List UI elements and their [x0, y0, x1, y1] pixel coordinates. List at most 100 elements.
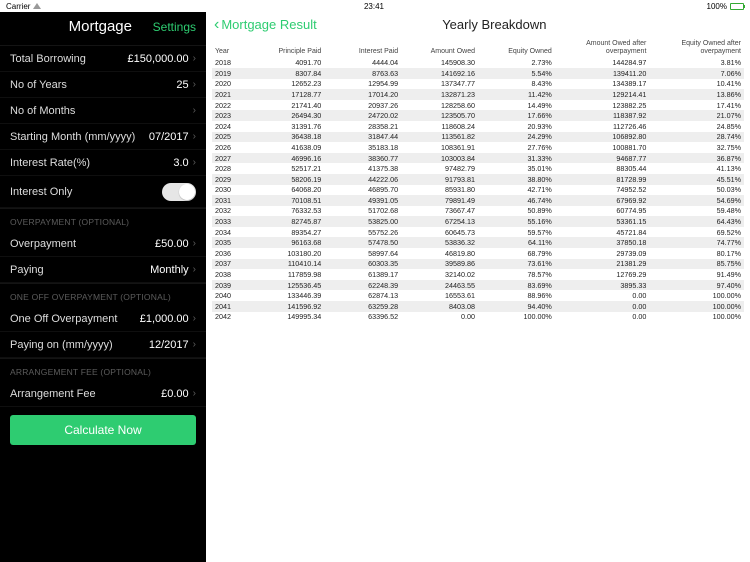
- table-cell: 97482.79: [401, 163, 478, 174]
- table-cell: 28.74%: [649, 132, 744, 143]
- table-cell: 58206.19: [247, 174, 324, 185]
- table-cell: 13.86%: [649, 89, 744, 100]
- table-cell: 46819.80: [401, 248, 478, 259]
- table-cell: 59.57%: [478, 227, 555, 238]
- value-paying-on: 12/2017: [149, 339, 189, 351]
- table-cell: 2032: [212, 206, 247, 217]
- table-row: 203489354.2755752.2660645.7359.57%45721.…: [212, 227, 744, 238]
- row-paying[interactable]: Paying Monthly ›: [0, 257, 206, 283]
- row-oneoff-overpayment[interactable]: One Off Overpayment £1,000.00 ›: [0, 306, 206, 332]
- table-cell: 44222.06: [324, 174, 401, 185]
- section-oneoff: ONE OFF OVERPAYMENT (OPTIONAL) One Off O…: [0, 283, 206, 358]
- table-cell: 63396.52: [324, 312, 401, 323]
- table-cell: 3895.33: [555, 280, 650, 291]
- table-cell: 24.29%: [478, 132, 555, 143]
- table-row: 2036103180.2058997.6446819.8068.79%29739…: [212, 248, 744, 259]
- section-overpayment: OVERPAYMENT (OPTIONAL) Overpayment £50.0…: [0, 208, 206, 283]
- chevron-right-icon: ›: [193, 53, 196, 64]
- row-interest-only[interactable]: Interest Only: [0, 176, 206, 208]
- table-cell: 139411.20: [555, 68, 650, 79]
- row-arrangement-fee[interactable]: Arrangement Fee £0.00 ›: [0, 381, 206, 407]
- table-cell: 100.00%: [478, 312, 555, 323]
- table-cell: 24720.02: [324, 110, 401, 121]
- table-cell: 62248.39: [324, 280, 401, 291]
- table-cell: 85931.80: [401, 185, 478, 196]
- chevron-right-icon: ›: [193, 131, 196, 142]
- label-no-of-months: No of Months: [10, 105, 189, 117]
- table-row: 2042149995.3463396.520.00100.00%0.00100.…: [212, 312, 744, 323]
- settings-button[interactable]: Settings: [153, 20, 196, 34]
- chevron-right-icon: ›: [193, 264, 196, 275]
- table-cell: 100.00%: [649, 301, 744, 312]
- table-cell: 2028: [212, 163, 247, 174]
- sidebar-header: Mortgage Settings: [0, 12, 206, 45]
- table-row: 20198307.848763.63141692.165.54%139411.2…: [212, 68, 744, 79]
- sidebar-title: Mortgage: [48, 18, 153, 35]
- label-interest-rate: Interest Rate(%): [10, 157, 173, 169]
- table-row: 202746996.1638360.77103003.8431.33%94687…: [212, 153, 744, 164]
- chevron-right-icon: ›: [193, 313, 196, 324]
- chevron-right-icon: ›: [193, 388, 196, 399]
- table-cell: 46996.16: [247, 153, 324, 164]
- table-cell: 55.16%: [478, 216, 555, 227]
- table-cell: 69.52%: [649, 227, 744, 238]
- interest-only-toggle[interactable]: [162, 183, 196, 201]
- table-cell: 79891.49: [401, 195, 478, 206]
- sidebar: Mortgage Settings Total Borrowing £150,0…: [0, 12, 206, 562]
- table-cell: 134389.17: [555, 79, 650, 90]
- calculate-now-button[interactable]: Calculate Now: [10, 415, 196, 445]
- table-cell: 2040: [212, 290, 247, 301]
- table-row: 202012652.2312954.99137347.778.43%134389…: [212, 79, 744, 90]
- table-cell: 61389.17: [324, 269, 401, 280]
- table-cell: 2036: [212, 248, 247, 259]
- calc-button-wrap: Calculate Now: [0, 407, 206, 453]
- table-cell: 112726.46: [555, 121, 650, 132]
- table-cell: 74.77%: [649, 237, 744, 248]
- back-button[interactable]: ‹ Mortgage Result: [214, 17, 317, 32]
- row-paying-on[interactable]: Paying on (mm/yyyy) 12/2017 ›: [0, 332, 206, 358]
- table-cell: 73667.47: [401, 206, 478, 217]
- table-cell: 81728.99: [555, 174, 650, 185]
- table-row: 202641638.0935183.18108361.9127.76%10088…: [212, 142, 744, 153]
- status-right: 100%: [707, 2, 744, 11]
- table-cell: 53361.15: [555, 216, 650, 227]
- table-wrap: Year Principle Paid Interest Paid Amount…: [206, 36, 750, 562]
- table-cell: 36438.18: [247, 132, 324, 143]
- label-arrangement-fee: Arrangement Fee: [10, 388, 161, 400]
- table-cell: 42.71%: [478, 185, 555, 196]
- table-cell: 51702.68: [324, 206, 401, 217]
- table-cell: 8403.08: [401, 301, 478, 312]
- row-interest-rate[interactable]: Interest Rate(%) 3.0 ›: [0, 150, 206, 176]
- table-cell: 67254.13: [401, 216, 478, 227]
- table-cell: 12652.23: [247, 79, 324, 90]
- table-cell: 76332.53: [247, 206, 324, 217]
- table-cell: 106892.80: [555, 132, 650, 143]
- table-cell: 14.49%: [478, 100, 555, 111]
- status-left: Carrier: [6, 2, 41, 11]
- label-starting-month: Starting Month (mm/yyyy): [10, 131, 149, 143]
- table-cell: 8763.63: [324, 68, 401, 79]
- table-cell: 137347.77: [401, 79, 478, 90]
- table-cell: 108361.91: [401, 142, 478, 153]
- wifi-icon: [33, 3, 41, 9]
- row-overpayment[interactable]: Overpayment £50.00 ›: [0, 231, 206, 257]
- row-starting-month[interactable]: Starting Month (mm/yyyy) 07/2017 ›: [0, 124, 206, 150]
- value-arrangement-fee: £0.00: [161, 388, 189, 400]
- label-total-borrowing: Total Borrowing: [10, 53, 127, 65]
- table-cell: 7.06%: [649, 68, 744, 79]
- table-cell: 85.75%: [649, 259, 744, 270]
- table-cell: 26494.30: [247, 110, 324, 121]
- table-row: 20184091.704444.04145908.302.73%144284.9…: [212, 57, 744, 68]
- table-cell: 36.87%: [649, 153, 744, 164]
- table-cell: 70108.51: [247, 195, 324, 206]
- table-cell: 2037: [212, 259, 247, 270]
- row-total-borrowing[interactable]: Total Borrowing £150,000.00 ›: [0, 46, 206, 72]
- table-cell: 149995.34: [247, 312, 324, 323]
- battery-percent: 100%: [707, 2, 727, 11]
- table-cell: 0.00: [555, 290, 650, 301]
- table-cell: 2042: [212, 312, 247, 323]
- table-cell: 50.89%: [478, 206, 555, 217]
- row-no-of-years[interactable]: No of Years 25 ›: [0, 72, 206, 98]
- row-no-of-months[interactable]: No of Months ›: [0, 98, 206, 124]
- th-equity: Equity Owned: [478, 38, 555, 57]
